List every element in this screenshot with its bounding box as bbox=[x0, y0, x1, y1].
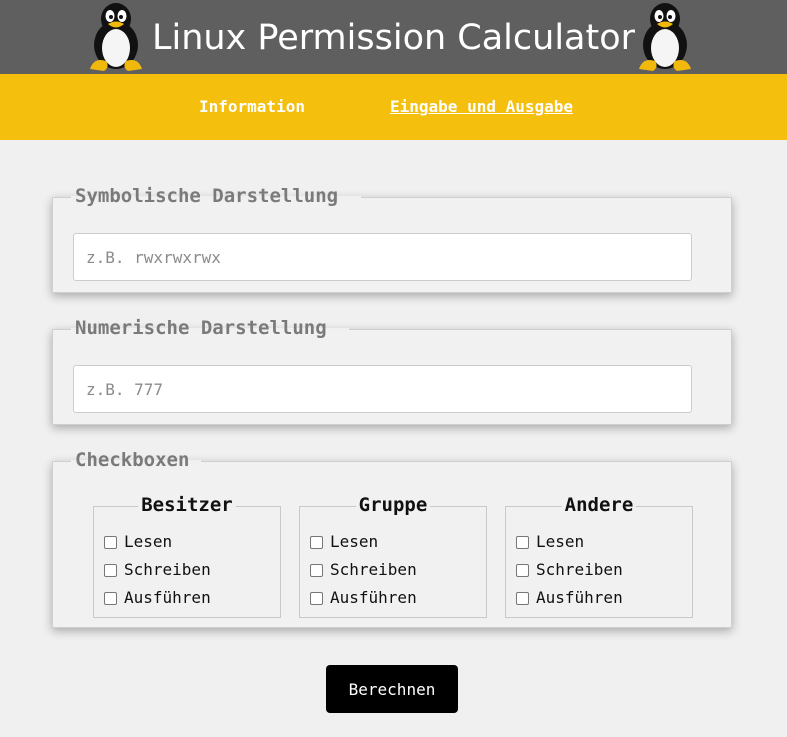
numeric-input[interactable] bbox=[73, 365, 692, 413]
checkbox-gruppe-lesen[interactable]: Lesen bbox=[310, 531, 378, 553]
checkbox-box[interactable] bbox=[104, 535, 117, 549]
checkbox-box[interactable] bbox=[310, 535, 323, 549]
symbolic-input[interactable] bbox=[73, 233, 692, 281]
checkbox-label: Ausführen bbox=[536, 588, 623, 607]
checkbox-box[interactable] bbox=[310, 591, 323, 605]
symbolic-legend: Symbolische Darstellung bbox=[75, 185, 339, 207]
checkbox-besitzer-ausfuehren[interactable]: Ausführen bbox=[104, 587, 211, 609]
checkbox-besitzer-schreiben[interactable]: Schreiben bbox=[104, 559, 211, 581]
checkbox-label: Ausführen bbox=[124, 588, 211, 607]
checkbox-label: Lesen bbox=[330, 532, 379, 551]
checkbox-gruppe-schreiben[interactable]: Schreiben bbox=[310, 559, 417, 581]
checkbox-label: Schreiben bbox=[124, 560, 211, 579]
checkbox-gruppe-ausfuehren[interactable]: Ausführen bbox=[310, 587, 417, 609]
nav-link-information[interactable]: Information bbox=[199, 97, 305, 117]
group-andere: Andere Lesen Schreiben Ausführen bbox=[505, 494, 693, 618]
checkbox-andere-ausfuehren[interactable]: Ausführen bbox=[516, 587, 623, 609]
checkbox-label: Ausführen bbox=[330, 588, 417, 607]
main-nav: Information Eingabe und Ausgabe bbox=[0, 74, 787, 140]
symbolic-section: Symbolische Darstellung bbox=[52, 185, 732, 293]
checkbox-besitzer-lesen[interactable]: Lesen bbox=[104, 531, 172, 553]
checkbox-label: Lesen bbox=[124, 532, 173, 551]
calculate-button[interactable]: Berechnen bbox=[326, 665, 458, 713]
checkbox-section: Checkboxen Besitzer Lesen Schreiben Ausf… bbox=[52, 449, 732, 628]
checkbox-box[interactable] bbox=[104, 563, 117, 577]
group-title-besitzer: Besitzer bbox=[138, 494, 236, 516]
checkbox-label: Lesen bbox=[536, 532, 585, 551]
tux-penguin-icon bbox=[639, 3, 691, 71]
checkbox-box[interactable] bbox=[516, 535, 529, 549]
group-besitzer: Besitzer Lesen Schreiben Ausführen bbox=[93, 494, 281, 618]
numeric-legend: Numerische Darstellung bbox=[75, 317, 327, 339]
nav-link-eingabe-ausgabe[interactable]: Eingabe und Ausgabe bbox=[390, 97, 573, 117]
group-title-gruppe: Gruppe bbox=[355, 494, 431, 516]
numeric-section: Numerische Darstellung bbox=[52, 317, 732, 425]
checkbox-box[interactable] bbox=[310, 563, 323, 577]
group-title-andere: Andere bbox=[561, 494, 637, 516]
checkbox-box[interactable] bbox=[516, 591, 529, 605]
checkbox-andere-lesen[interactable]: Lesen bbox=[516, 531, 584, 553]
checkbox-box[interactable] bbox=[104, 591, 117, 605]
app-header: Linux Permission Calculator bbox=[0, 0, 787, 74]
checkbox-label: Schreiben bbox=[536, 560, 623, 579]
group-gruppe: Gruppe Lesen Schreiben Ausführen bbox=[299, 494, 487, 618]
checkbox-label: Schreiben bbox=[330, 560, 417, 579]
checkbox-box[interactable] bbox=[516, 563, 529, 577]
checkbox-legend: Checkboxen bbox=[75, 449, 190, 471]
checkbox-andere-schreiben[interactable]: Schreiben bbox=[516, 559, 623, 581]
